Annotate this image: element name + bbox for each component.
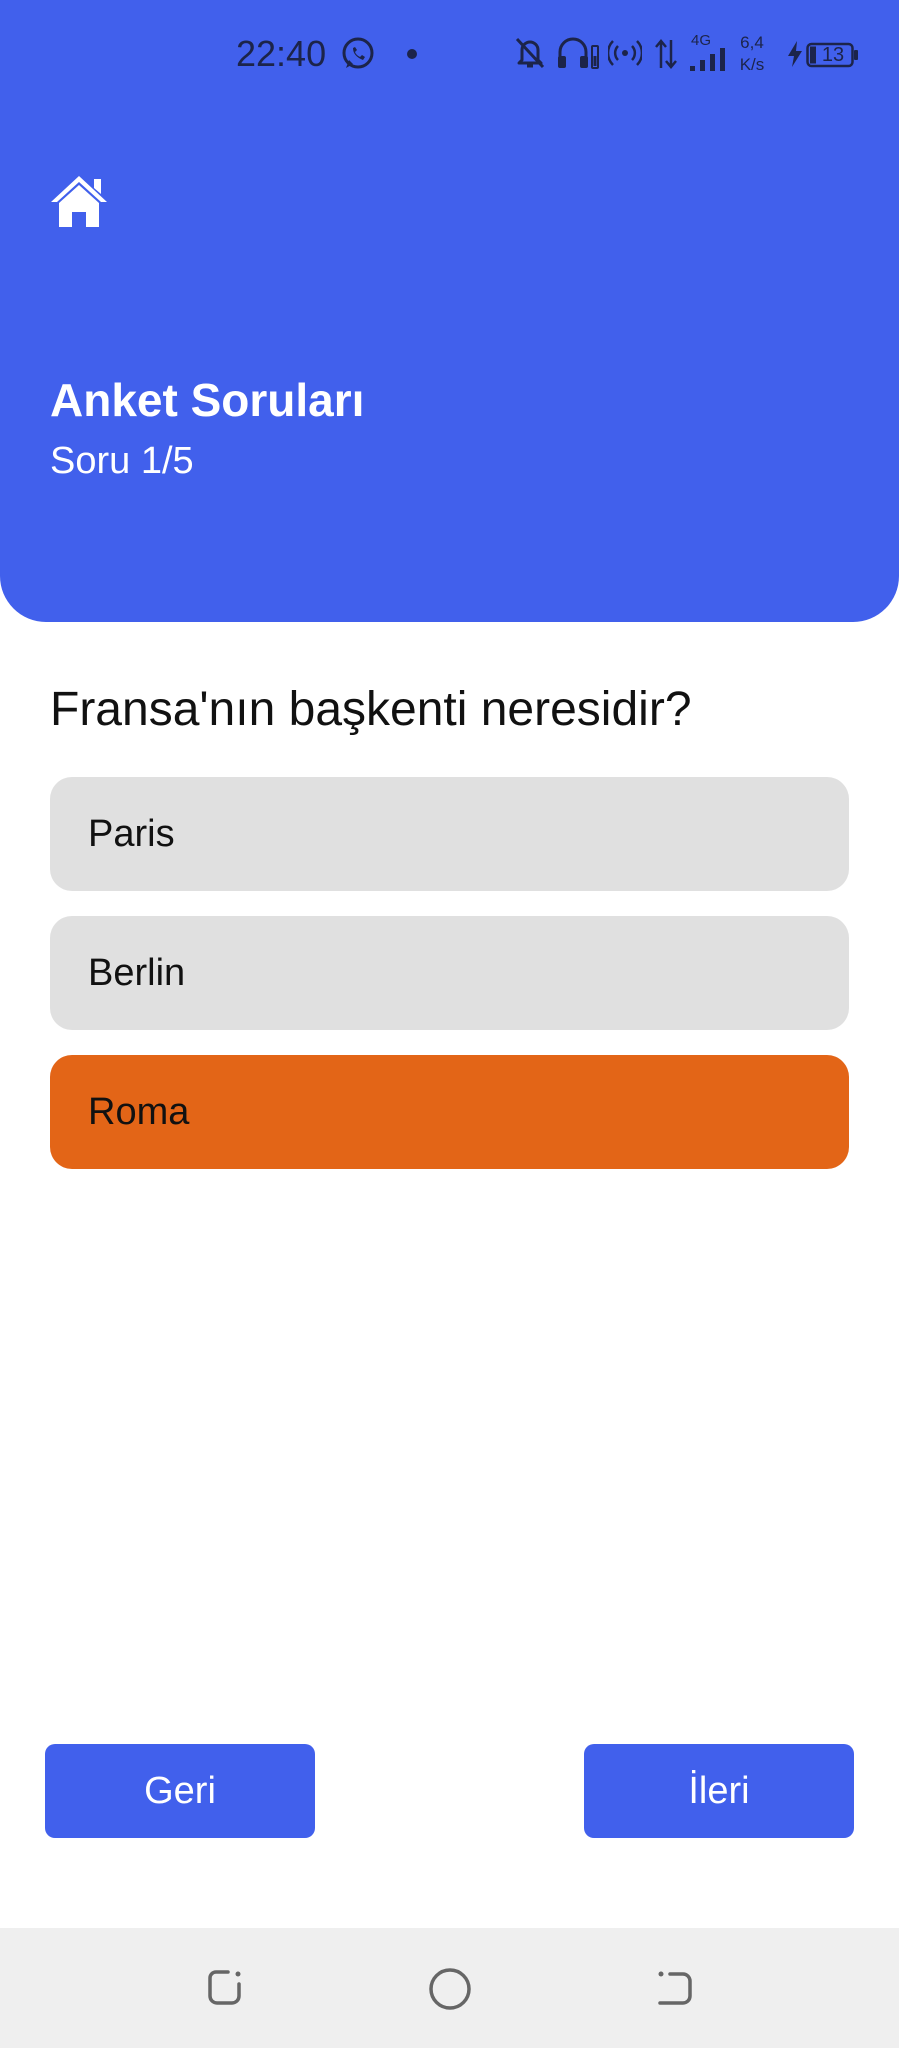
charging-icon: [788, 41, 802, 67]
notification-dot-icon: [407, 49, 417, 59]
home-nav-icon[interactable]: [427, 1966, 473, 2012]
status-time: 22:40: [236, 33, 327, 74]
back-button[interactable]: Geri: [45, 1744, 315, 1838]
battery-level: 13: [821, 44, 845, 66]
question-counter: Soru 1/5: [50, 440, 194, 482]
recent-apps-icon[interactable]: [204, 1966, 248, 2010]
network-speed-unit: K/s: [739, 55, 765, 74]
answer-option-berlin[interactable]: Berlin: [50, 916, 849, 1030]
status-bar: 22:40 4G 6,4 K/s 13: [0, 0, 899, 110]
network-speed-value: 6,4: [740, 33, 764, 52]
answer-option-roma[interactable]: Roma: [50, 1055, 849, 1169]
home-button[interactable]: [48, 170, 110, 232]
cell-signal-icon: [690, 48, 725, 71]
hotspot-icon: [608, 40, 642, 66]
header: 22:40 4G 6,4 K/s 13 Anket Soruları Soru …: [0, 0, 899, 622]
page-title: Anket Soruları: [50, 374, 365, 426]
bell-off-icon: [515, 37, 545, 69]
back-nav-icon[interactable]: [652, 1966, 696, 2010]
next-button[interactable]: İleri: [584, 1744, 854, 1838]
data-transfer-icon: [655, 39, 677, 69]
system-navigation-bar: [0, 1928, 899, 2048]
home-icon: [51, 176, 107, 227]
headphones-icon: [558, 37, 599, 69]
survey-screen: 22:40 4G 6,4 K/s 13 Anket Soruları Soru …: [0, 0, 899, 2048]
answer-option-paris[interactable]: Paris: [50, 777, 849, 891]
whatsapp-icon: [342, 37, 374, 69]
question-text: Fransa'nın başkenti neresidir?: [50, 683, 692, 736]
